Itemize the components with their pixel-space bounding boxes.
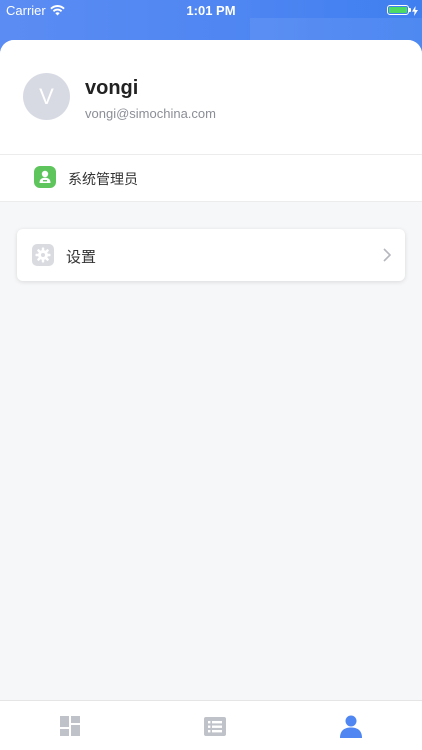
charging-bolt-icon [412,4,418,19]
tab-profile[interactable] [338,713,364,739]
avatar[interactable]: V [23,73,70,120]
chevron-right-icon [383,248,392,267]
gear-icon [32,244,54,266]
role-label: 系统管理员 [68,171,138,187]
admin-user-icon [34,166,56,188]
role-row: 系统管理员 [0,155,422,202]
tab-list[interactable] [202,713,228,739]
tab-bar [0,700,422,750]
list-icon [204,717,226,736]
profile-sheet: V vongi vongi@simochina.com 系统管理员 设置 [0,40,422,700]
status-time: 1:01 PM [186,3,236,18]
person-icon [340,715,362,738]
tab-dashboard[interactable] [57,713,83,739]
status-bar: Carrier 1:01 PM [0,0,422,22]
profile-header: V vongi vongi@simochina.com [0,40,422,155]
user-name: vongi [85,77,139,99]
dashboard-icon [60,716,80,736]
settings-label: 设置 [66,249,97,266]
settings-button[interactable]: 设置 [17,229,405,281]
user-email: vongi@simochina.com [85,106,216,121]
battery-icon [387,5,411,15]
